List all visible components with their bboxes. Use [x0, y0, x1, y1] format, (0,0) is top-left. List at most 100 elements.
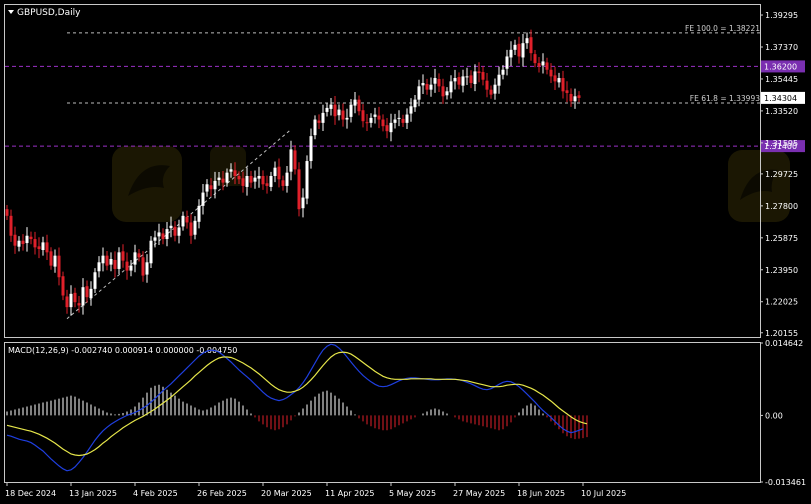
candle-body	[93, 272, 97, 289]
candle-body	[401, 118, 405, 123]
candle-body	[89, 288, 93, 299]
candle-body	[421, 83, 425, 86]
candle-body	[505, 56, 509, 69]
candle-body	[301, 197, 305, 209]
candle-body	[353, 99, 357, 106]
candle-body	[173, 226, 177, 236]
candle-body	[189, 222, 193, 236]
candle-body	[433, 78, 437, 84]
candle-body	[445, 91, 449, 96]
candle-body	[461, 76, 465, 86]
candle-body	[285, 172, 289, 186]
candle-body	[533, 54, 537, 64]
candle-body	[257, 175, 261, 179]
candle-body	[457, 77, 461, 85]
price-tick-label: 1.23950	[765, 266, 798, 275]
candle-body	[217, 177, 221, 180]
candle-body	[109, 258, 113, 265]
candle-body	[329, 104, 333, 109]
candle-body	[561, 78, 565, 92]
candle-body	[281, 180, 285, 186]
candle-body	[449, 81, 453, 93]
candle-body	[169, 225, 173, 229]
candle-body	[509, 49, 513, 58]
price-tick-label: 1.22025	[765, 298, 798, 307]
current-price-label: 1.34304	[764, 94, 797, 103]
candle-body	[541, 61, 545, 66]
candle-body	[145, 262, 149, 275]
macd-tick-label: 0.00	[765, 411, 783, 420]
price-tick-label: 1.20155	[765, 329, 798, 338]
candle-body	[49, 251, 53, 266]
candle-body	[57, 255, 61, 278]
candle-body	[309, 136, 313, 162]
candle-body	[381, 119, 385, 127]
watermark-logo-left	[112, 146, 182, 222]
candle-body	[417, 86, 421, 100]
level-label: 1.36200	[764, 62, 797, 71]
candle-body	[389, 122, 393, 133]
candle-body	[185, 216, 189, 223]
candle-body	[205, 184, 209, 192]
candle-body	[241, 178, 245, 186]
candle-body	[153, 237, 157, 241]
candle-body	[265, 183, 269, 186]
price-tick-label: 1.25875	[765, 234, 798, 243]
candle-body	[569, 93, 573, 102]
candle-body	[577, 95, 581, 98]
candle-body	[429, 84, 433, 90]
watermark-logo-right	[728, 150, 790, 222]
candle-body	[9, 215, 13, 236]
candle-body	[529, 37, 533, 54]
candle-body	[373, 114, 377, 117]
candle-body	[229, 169, 233, 172]
candle-body	[53, 255, 57, 267]
price-tick-label: 1.31595	[765, 139, 798, 148]
candle-body	[493, 84, 497, 94]
chart-background	[0, 0, 811, 500]
candle-body	[333, 104, 337, 117]
candle-body	[237, 175, 241, 180]
candle-body	[405, 114, 409, 123]
candle-body	[129, 265, 133, 271]
candle-body	[293, 150, 297, 170]
candle-body	[361, 110, 365, 122]
candle-body	[13, 234, 17, 246]
candle-body	[277, 166, 281, 180]
price-tick-label: 1.27800	[765, 202, 798, 211]
time-tick-label: 5 May 2025	[389, 489, 436, 498]
chart-window: GBPUSD,Daily MACD(12,26,9) -0.002740 0.0…	[0, 0, 811, 500]
candle-body	[489, 89, 493, 95]
candle-body	[37, 246, 41, 250]
candle-body	[321, 112, 325, 123]
time-tick-label: 26 Feb 2025	[197, 489, 247, 498]
candle-body	[209, 185, 213, 190]
candle	[297, 162, 301, 217]
candle-body	[33, 239, 37, 248]
candle-body	[85, 286, 89, 298]
candle-body	[137, 253, 141, 258]
candle-body	[261, 175, 265, 185]
price-tick-label: 1.29725	[765, 170, 798, 179]
candle-body	[409, 106, 413, 114]
candle-body	[201, 192, 205, 206]
candle-body	[225, 172, 229, 183]
chart-canvas[interactable]: GBPUSD,Daily MACD(12,26,9) -0.002740 0.0…	[0, 0, 811, 500]
candle-body	[345, 117, 349, 120]
candle-body	[317, 120, 321, 123]
candle-body	[45, 242, 49, 253]
fib-level-label: FE 61.8 = 1.33993	[690, 94, 760, 103]
candle-body	[513, 44, 517, 50]
candle-body	[473, 71, 477, 85]
candle-body	[69, 293, 73, 308]
candle-body	[65, 296, 69, 308]
candle-body	[117, 252, 121, 269]
candle-body	[377, 115, 381, 120]
candle-body	[537, 63, 541, 67]
candle-body	[501, 69, 505, 75]
candle-body	[385, 125, 389, 132]
candle-body	[313, 119, 317, 136]
candle-body	[297, 169, 301, 210]
candle-body	[29, 236, 33, 240]
candle-body	[25, 235, 29, 244]
